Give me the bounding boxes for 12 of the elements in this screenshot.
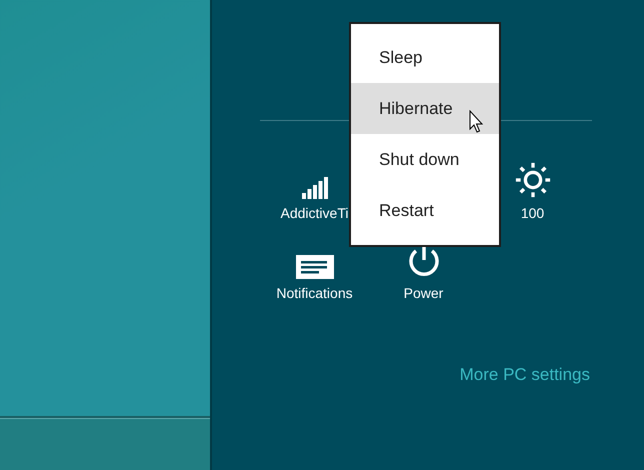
menu-item[interactable]: Restart — [351, 185, 499, 236]
tile-label: Power — [404, 285, 444, 301]
more-pc-settings-link[interactable]: More PC settings — [460, 365, 590, 385]
signal-bars-icon[interactable] — [302, 177, 328, 199]
tile-label: 100 — [520, 205, 544, 221]
tile-label: AddictiveTi — [280, 205, 348, 221]
tile-label: Notifications — [276, 285, 353, 301]
menu-item[interactable]: Shut down — [351, 134, 499, 185]
message-icon[interactable] — [296, 255, 334, 279]
mouse-pointer-icon — [469, 110, 484, 134]
menu-item[interactable]: Hibernate — [351, 83, 499, 134]
menu-item[interactable]: Sleep — [351, 32, 499, 83]
